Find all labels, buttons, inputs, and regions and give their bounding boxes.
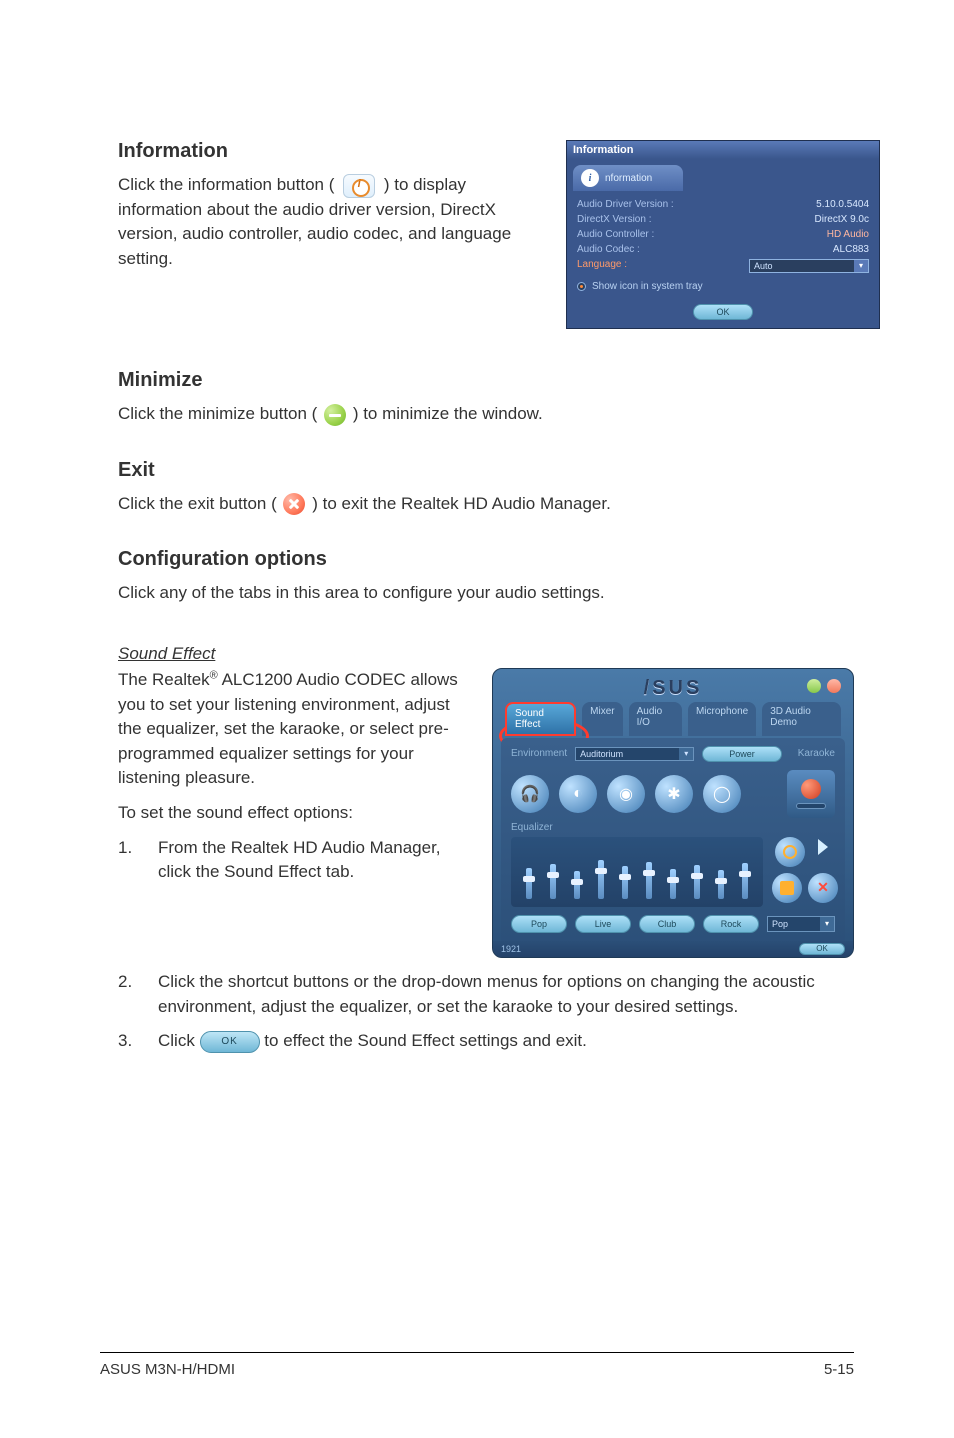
chevron-down-icon: ▾: [854, 260, 868, 272]
env-preset-icon[interactable]: ◐: [559, 775, 597, 813]
footer-value: 1921: [501, 941, 521, 957]
karaoke-slider: [796, 803, 826, 809]
preset-rock-button[interactable]: Rock: [703, 915, 759, 933]
tray-icon-radio[interactable]: Show icon in system tray: [567, 279, 879, 300]
preset-live-button[interactable]: Live: [575, 915, 631, 933]
karaoke-label: Karaoke: [798, 748, 835, 759]
row-label: Audio Codec :: [577, 244, 640, 255]
tab-microphone[interactable]: Microphone: [688, 702, 756, 736]
row-value: ALC883: [833, 244, 869, 255]
row-value: 5.10.0.5404: [816, 199, 869, 210]
step-text: From the Realtek HD Audio Manager, click…: [158, 836, 468, 885]
select-value: Pop: [768, 917, 820, 931]
txt: ) to minimize the window.: [353, 404, 543, 423]
language-select[interactable]: Auto ▾: [749, 259, 869, 273]
env-preset-icon[interactable]: ◯: [703, 775, 741, 813]
env-preset-icon[interactable]: ✱: [655, 775, 693, 813]
minimize-icon[interactable]: [807, 679, 821, 693]
txt: ) to exit the Realtek HD Audio Manager.: [312, 494, 611, 513]
power-button[interactable]: Power: [702, 746, 781, 762]
step-item: 2. Click the shortcut buttons or the dro…: [118, 970, 854, 1019]
exit-paragraph: Click the exit button ( ) to exit the Re…: [118, 492, 854, 517]
ok-button[interactable]: OK: [799, 943, 845, 955]
toset-line: To set the sound effect options:: [118, 801, 468, 826]
configuration-intro: Click any of the tabs in this area to co…: [118, 581, 854, 606]
section-heading-minimize: Minimize: [118, 369, 854, 392]
footer-left: ASUS M3N-H/HDMI: [100, 1361, 235, 1378]
sound-effect-paragraph: The Realtek® ALC1200 Audio CODEC allows …: [118, 668, 468, 791]
panel-tab-information[interactable]: i nformation: [573, 165, 683, 191]
preset-pop-button[interactable]: Pop: [511, 915, 567, 933]
txt: Click the minimize button (: [118, 404, 317, 423]
step-item: 1. From the Realtek HD Audio Manager, cl…: [118, 836, 468, 885]
eq-play-icon[interactable]: [811, 837, 835, 857]
txt: The Realtek: [118, 670, 210, 689]
tab-3d-audio-demo[interactable]: 3D Audio Demo: [762, 702, 841, 736]
preset-club-button[interactable]: Club: [639, 915, 695, 933]
radio-dot-icon: [577, 282, 586, 291]
info-icon: i: [581, 169, 599, 187]
step-number: 2.: [118, 970, 158, 1019]
env-preset-icon[interactable]: 🎧: [511, 775, 549, 813]
chevron-down-icon: ▾: [679, 748, 693, 760]
environment-select[interactable]: Auditorium ▾: [575, 747, 694, 761]
row-label: Audio Controller :: [577, 229, 654, 240]
select-value: Auditorium: [576, 748, 679, 760]
asus-logo: /SUS: [644, 677, 703, 699]
select-value: Auto: [750, 260, 854, 272]
section-heading-exit: Exit: [118, 459, 854, 482]
panel-title: Information: [567, 141, 879, 159]
step-number: 3.: [118, 1029, 158, 1054]
environment-label: Environment: [511, 748, 567, 759]
eq-save-icon[interactable]: [772, 873, 802, 903]
env-preset-icon[interactable]: ◉: [607, 775, 645, 813]
close-icon[interactable]: [827, 679, 841, 693]
tab-label: nformation: [605, 173, 652, 184]
txt: Click the information button (: [118, 175, 334, 194]
radio-label: Show icon in system tray: [592, 281, 703, 292]
tab-sound-effect[interactable]: Sound Effect: [505, 702, 576, 736]
step-item: 3. Click OK to effect the Sound Effect s…: [118, 1029, 854, 1054]
eq-delete-icon[interactable]: ✕: [808, 873, 838, 903]
step-text: Click the shortcut buttons or the drop-d…: [158, 970, 854, 1019]
karaoke-control[interactable]: [787, 770, 835, 818]
subheading-sound-effect: Sound Effect: [118, 644, 854, 664]
page-footer: ASUS M3N-H/HDMI 5-15: [100, 1352, 854, 1378]
minimize-paragraph: Click the minimize button ( ) to minimiz…: [118, 402, 854, 427]
preset-select[interactable]: Pop ▾: [767, 916, 835, 932]
info-icon: [343, 174, 375, 198]
footer-right: 5-15: [824, 1361, 854, 1378]
karaoke-toggle-icon: [801, 779, 821, 799]
row-label: Audio Driver Version :: [577, 199, 674, 210]
row-label: Language :: [577, 259, 627, 273]
section-heading-configuration: Configuration options: [118, 548, 854, 571]
information-panel: Information i nformation Audio Driver Ve…: [566, 140, 880, 329]
equalizer-label: Equalizer: [511, 822, 835, 833]
section-heading-information: Information: [118, 140, 538, 163]
txt: Click: [158, 1031, 200, 1050]
step-text: Click OK to effect the Sound Effect sett…: [158, 1029, 854, 1054]
txt: to effect the Sound Effect settings and …: [264, 1031, 587, 1050]
eq-action-icon[interactable]: [775, 837, 805, 867]
row-label: DirectX Version :: [577, 214, 651, 225]
minimize-icon: [324, 404, 346, 426]
ok-button-icon: OK: [200, 1031, 260, 1053]
tab-mixer[interactable]: Mixer: [582, 702, 622, 736]
step-number: 1.: [118, 836, 158, 885]
row-value: DirectX 9.0c: [815, 214, 869, 225]
information-paragraph: Click the information button ( ) to disp…: [118, 173, 538, 272]
tab-audio-io[interactable]: Audio I/O: [629, 702, 682, 736]
txt: Click the exit button (: [118, 494, 277, 513]
registered-symbol: ®: [210, 669, 218, 681]
ok-button[interactable]: OK: [693, 304, 753, 320]
equalizer-sliders[interactable]: [511, 837, 763, 907]
chevron-down-icon: ▾: [820, 917, 834, 931]
close-icon: [283, 493, 305, 515]
sound-effect-panel: /SUS Sound Effect Mixer Audio I/O Microp…: [492, 668, 854, 958]
row-value: HD Audio: [827, 229, 869, 240]
